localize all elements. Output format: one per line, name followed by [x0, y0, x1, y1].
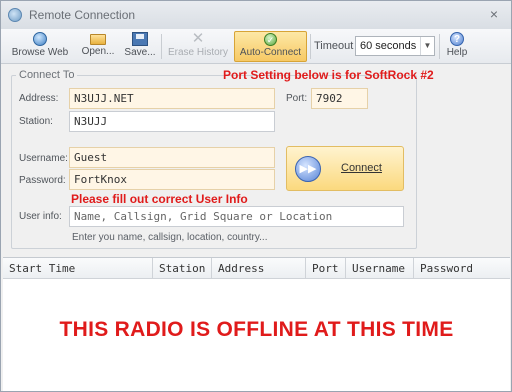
- save-button[interactable]: Save...: [122, 31, 158, 62]
- toolbar: Browse Web Open... Save... ✕ Erase Histo…: [1, 29, 511, 64]
- user-info-hint: Enter you name, callsign, location, coun…: [72, 232, 268, 243]
- connect-label: Connect: [341, 162, 382, 174]
- auto-connect-label: Auto-Connect: [239, 47, 302, 58]
- column-header-station[interactable]: Station: [153, 258, 212, 279]
- timeout-label: Timeout: [314, 40, 354, 52]
- auto-connect-button[interactable]: ✓ Auto-Connect: [234, 31, 307, 62]
- erase-history-label: Erase History: [167, 47, 228, 58]
- open-button[interactable]: Open...: [78, 31, 118, 62]
- floppy-disk-icon: [132, 32, 148, 46]
- folder-icon: [90, 34, 106, 45]
- column-header-address[interactable]: Address: [212, 258, 306, 279]
- station-label: Station:: [19, 116, 53, 127]
- column-header-username[interactable]: Username: [346, 258, 414, 279]
- close-button[interactable]: ×: [487, 7, 501, 21]
- help-button[interactable]: ? Help: [443, 31, 471, 62]
- table-header: Start Time Station Address Port Username…: [3, 258, 510, 279]
- browse-web-button[interactable]: Browse Web: [9, 31, 71, 62]
- port-label: Port:: [286, 93, 308, 104]
- address-label: Address:: [19, 93, 59, 104]
- window-title: Remote Connection: [29, 8, 136, 22]
- offline-message: THIS RADIO IS OFFLINE AT THIS TIME: [59, 318, 454, 341]
- username-label: Username:: [19, 153, 68, 164]
- password-field[interactable]: FortKnox: [69, 169, 275, 190]
- connect-button[interactable]: ▶▶ Connect: [286, 146, 404, 191]
- column-header-start-time[interactable]: Start Time: [3, 258, 153, 279]
- browse-web-label: Browse Web: [11, 47, 69, 58]
- close-icon: ✕: [191, 30, 205, 47]
- column-header-password[interactable]: Password: [414, 258, 510, 279]
- toolbar-separator: [161, 34, 162, 59]
- title-bar: Remote Connection ×: [1, 1, 511, 29]
- station-field[interactable]: N3UJJ: [69, 111, 275, 132]
- port-field[interactable]: 7902: [311, 88, 368, 109]
- timeout-select[interactable]: 60 seconds ▼: [355, 36, 435, 56]
- toolbar-separator: [439, 34, 440, 59]
- chevron-down-icon[interactable]: ▼: [420, 37, 434, 55]
- open-label: Open...: [81, 46, 115, 57]
- username-field[interactable]: Guest: [69, 147, 275, 168]
- toolbar-separator: [310, 34, 311, 59]
- erase-history-button[interactable]: ✕ Erase History: [165, 31, 231, 62]
- column-header-port[interactable]: Port: [306, 258, 346, 279]
- app-icon: [8, 8, 22, 22]
- user-info-note: Please fill out correct User Info: [71, 192, 248, 206]
- password-label: Password:: [19, 175, 66, 186]
- timeout-value: 60 seconds: [360, 40, 417, 52]
- fast-forward-icon: ▶▶: [295, 156, 321, 182]
- user-info-field[interactable]: Name, Callsign, Grid Square or Location: [69, 206, 404, 227]
- history-table[interactable]: Start Time Station Address Port Username…: [3, 257, 510, 391]
- help-label: Help: [446, 47, 468, 58]
- globe-icon: [33, 32, 47, 46]
- connect-to-title: Connect To: [16, 69, 78, 81]
- save-label: Save...: [124, 47, 156, 58]
- port-setting-note: Port Setting below is for SoftRock #2: [223, 68, 434, 82]
- remote-connection-window: Remote Connection × Browse Web Open... S…: [0, 0, 512, 392]
- checkmark-icon: ✓: [264, 33, 277, 46]
- question-icon: ?: [450, 32, 464, 46]
- user-info-label: User info:: [19, 211, 62, 222]
- address-field[interactable]: N3UJJ.NET: [69, 88, 275, 109]
